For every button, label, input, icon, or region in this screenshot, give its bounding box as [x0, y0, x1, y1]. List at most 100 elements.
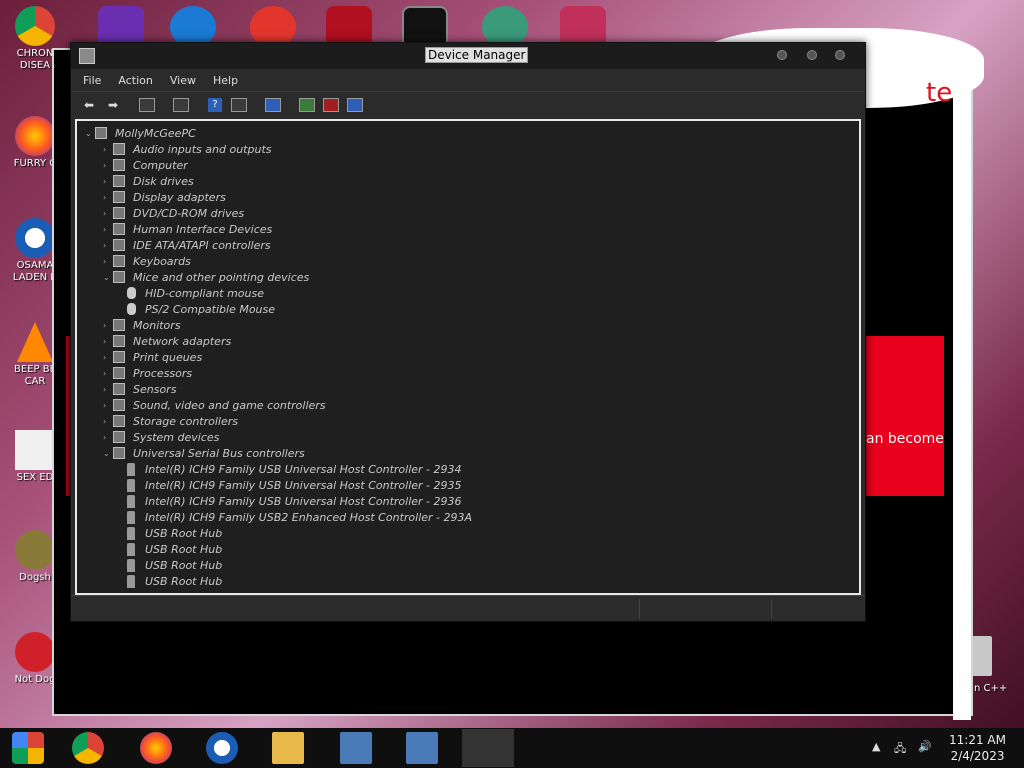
menu-view[interactable]: View	[170, 74, 196, 87]
minimize-button[interactable]	[777, 50, 787, 60]
expand-chevron-icon[interactable]: ›	[103, 177, 113, 186]
collapse-chevron-icon[interactable]: ⌄	[103, 449, 113, 458]
enable-device-icon[interactable]	[345, 96, 365, 114]
expand-chevron-icon[interactable]: ›	[103, 145, 113, 154]
tree-device[interactable]: Intel(R) ICH9 Family USB Universal Host …	[125, 477, 462, 493]
expand-chevron-icon[interactable]: ›	[103, 257, 113, 266]
help-icon[interactable]: ?	[205, 96, 225, 114]
scan-hardware-icon[interactable]	[263, 96, 283, 114]
tree-category[interactable]: › Sensors	[103, 381, 176, 397]
tree-device[interactable]: PS/2 Compatible Mouse	[125, 301, 275, 317]
window-title: Device Manager	[425, 47, 529, 63]
collapse-chevron-icon[interactable]: ⌄	[85, 129, 95, 138]
tree-device[interactable]: HID-compliant mouse	[125, 285, 264, 301]
network-icon[interactable]: 🖧	[894, 740, 906, 759]
device-icon	[127, 526, 135, 540]
tree-category[interactable]: › Storage controllers	[103, 413, 238, 429]
update-driver-icon[interactable]	[297, 96, 317, 114]
expand-chevron-icon[interactable]: ›	[103, 353, 113, 362]
tree-item-label: USB Root Hub	[145, 574, 223, 588]
expand-chevron-icon[interactable]: ›	[103, 225, 113, 234]
device-category-icon	[113, 431, 125, 443]
firefox-taskbar-icon[interactable]	[140, 732, 172, 764]
title-bar[interactable]: Device Manager	[71, 43, 865, 69]
expand-chevron-icon[interactable]: ›	[103, 193, 113, 202]
tree-device[interactable]: Intel(R) ICH9 Family USB2 Enhanced Host …	[125, 509, 472, 525]
tree-item-label: DVD/CD-ROM drives	[133, 206, 245, 220]
chrome-taskbar-icon[interactable]	[72, 732, 104, 764]
tree-category[interactable]: › Keyboards	[103, 253, 191, 269]
desktop-icon-label: SEX ED	[16, 472, 54, 483]
back-arrow-icon[interactable]: ⬅	[79, 96, 99, 114]
tree-item-label: USB Root Hub	[145, 542, 223, 556]
tree-category[interactable]: ⌄ Universal Serial Bus controllers	[103, 445, 305, 461]
tree-category[interactable]: › DVD/CD-ROM drives	[103, 205, 244, 221]
expand-chevron-icon[interactable]: ›	[103, 209, 113, 218]
uninstall-device-icon[interactable]	[321, 96, 341, 114]
tree-device[interactable]: Intel(R) ICH9 Family USB Universal Host …	[125, 461, 462, 477]
tree-device[interactable]: USB Root Hub	[125, 525, 222, 541]
device-icon	[127, 494, 135, 508]
menu-file[interactable]: File	[83, 74, 101, 87]
device-tree[interactable]: ⌄ MollyMcGeePC › Audio inputs and outputs…	[75, 119, 861, 595]
device-category-icon	[113, 319, 125, 331]
tree-category[interactable]: › Display adapters	[103, 189, 226, 205]
device-icon	[127, 510, 135, 524]
expand-chevron-icon[interactable]: ›	[103, 337, 113, 346]
tree-category[interactable]: › IDE ATA/ATAPI controllers	[103, 237, 271, 253]
tree-item-label: USB Root Hub	[145, 558, 223, 572]
tree-category[interactable]: › Processors	[103, 365, 192, 381]
obama-taskbar-icon[interactable]	[206, 732, 238, 764]
tree-category[interactable]: › Human Interface Devices	[103, 221, 272, 237]
clock[interactable]: 11:21 AM 2/4/2023	[949, 732, 1006, 764]
tree-device[interactable]: Intel(R) ICH9 Family USB Universal Host …	[125, 493, 462, 509]
recycle-bin-icon[interactable]	[972, 636, 992, 676]
control-panel-icon-2[interactable]	[406, 732, 438, 764]
tree-category[interactable]: ⌄ Mice and other pointing devices	[103, 269, 309, 285]
collapse-chevron-icon[interactable]: ⌄	[103, 273, 113, 282]
dogs-icon	[15, 530, 55, 570]
tree-category[interactable]: › System devices	[103, 429, 219, 445]
tree-item-label: PS/2 Compatible Mouse	[145, 302, 276, 316]
view-icon[interactable]	[229, 96, 249, 114]
expand-chevron-icon[interactable]: ›	[103, 321, 113, 330]
tree-root[interactable]: ⌄ MollyMcGeePC	[85, 125, 196, 141]
volume-icon[interactable]: 🔊	[918, 740, 932, 753]
file-explorer-icon[interactable]	[272, 732, 304, 764]
device-manager-window[interactable]: Device Manager File Action View Help ⬅ ➡…	[70, 42, 866, 622]
device-icon	[127, 542, 135, 556]
maximize-button[interactable]	[807, 50, 817, 60]
start-button-icon[interactable]	[12, 732, 44, 764]
device-manager-taskbar-button[interactable]	[462, 729, 514, 767]
properties-icon[interactable]	[171, 96, 191, 114]
expand-chevron-icon[interactable]: ›	[103, 241, 113, 250]
expand-chevron-icon[interactable]: ›	[103, 161, 113, 170]
tree-item-label: Processors	[133, 366, 193, 380]
menu-action[interactable]: Action	[118, 74, 152, 87]
forward-arrow-icon[interactable]: ➡	[103, 96, 123, 114]
tree-category[interactable]: › Disk drives	[103, 173, 194, 189]
expand-chevron-icon[interactable]: ›	[103, 401, 113, 410]
tree-device[interactable]: USB Root Hub	[125, 573, 222, 589]
tray-chevron-icon[interactable]: ▲	[872, 740, 880, 753]
show-hide-console-tree-icon[interactable]	[137, 96, 157, 114]
expand-chevron-icon[interactable]: ›	[103, 369, 113, 378]
tree-category[interactable]: › Network adapters	[103, 333, 231, 349]
menu-help[interactable]: Help	[213, 74, 238, 87]
control-panel-icon-1[interactable]	[340, 732, 372, 764]
device-manager-app-icon	[79, 48, 95, 64]
tree-item-label: Computer	[133, 158, 188, 172]
tree-device[interactable]: USB Root Hub	[125, 557, 222, 573]
tree-category[interactable]: › Monitors	[103, 317, 181, 333]
tree-category[interactable]: › Computer	[103, 157, 188, 173]
expand-chevron-icon[interactable]: ›	[103, 417, 113, 426]
desktop-icon-label: Not Dog	[14, 674, 56, 685]
tree-category[interactable]: › Sound, video and game controllers	[103, 397, 326, 413]
expand-chevron-icon[interactable]: ›	[103, 433, 113, 442]
expand-chevron-icon[interactable]: ›	[103, 385, 113, 394]
tree-category[interactable]: › Print queues	[103, 349, 202, 365]
close-button[interactable]	[835, 50, 845, 60]
tree-category[interactable]: › Audio inputs and outputs	[103, 141, 272, 157]
device-icon	[127, 558, 135, 572]
tree-device[interactable]: USB Root Hub	[125, 541, 222, 557]
